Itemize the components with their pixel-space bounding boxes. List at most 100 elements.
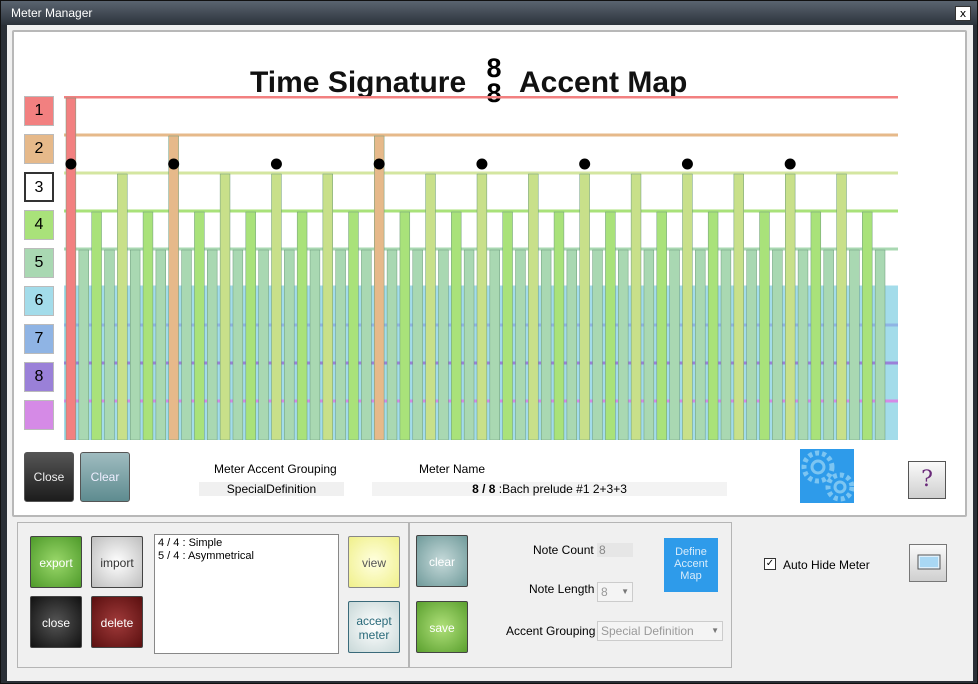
accent-bar bbox=[309, 249, 321, 440]
accent-bar bbox=[695, 249, 706, 440]
note-count-label: Note Count bbox=[533, 543, 594, 557]
accent-bar bbox=[515, 249, 526, 440]
accent-dot bbox=[579, 158, 591, 170]
level-swatch[interactable]: 8 bbox=[24, 362, 54, 392]
accent-bar bbox=[155, 249, 166, 440]
accent-dot bbox=[681, 158, 693, 170]
accept-meter-line1: accept bbox=[356, 614, 392, 628]
accent-bar bbox=[438, 249, 449, 440]
close-meter-button[interactable]: Close bbox=[24, 452, 74, 502]
accent-bar bbox=[104, 249, 115, 440]
accent-bar bbox=[849, 249, 860, 440]
level-swatch[interactable]: 5 bbox=[24, 248, 54, 278]
meter-name-field: 8 / 8 :Bach prelude #1 2+3+3 bbox=[372, 482, 727, 496]
accent-dot bbox=[270, 158, 282, 170]
accent-bar bbox=[720, 249, 732, 440]
meter-name-value: :Bach prelude #1 2+3+3 bbox=[495, 482, 627, 496]
clear-editor-button[interactable]: clear bbox=[416, 535, 468, 587]
accent-dot bbox=[784, 158, 796, 170]
accent-bar bbox=[707, 211, 719, 440]
meter-name-signature: 8 / 8 bbox=[472, 482, 496, 496]
accent-bar bbox=[386, 249, 398, 440]
accent-bar bbox=[874, 249, 886, 440]
view-button[interactable]: view bbox=[348, 536, 400, 588]
title-bar[interactable]: Meter Manager x bbox=[1, 1, 977, 25]
level-swatch[interactable]: 3 bbox=[24, 172, 54, 202]
note-length-value: 8 bbox=[601, 585, 608, 599]
accent-bar bbox=[91, 211, 102, 440]
accent-bar bbox=[746, 249, 757, 440]
delete-button[interactable]: delete bbox=[91, 596, 143, 648]
accent-bar bbox=[65, 97, 77, 440]
import-button[interactable]: import bbox=[91, 536, 143, 588]
accent-bar bbox=[643, 249, 655, 440]
auto-hide-label: Auto Hide Meter bbox=[783, 558, 870, 572]
accent-bar bbox=[540, 249, 552, 440]
level-swatch[interactable]: 1 bbox=[24, 96, 54, 126]
accent-map-heading: Time Signature 8 8 Accent Map bbox=[14, 50, 965, 107]
define-line2: Accent bbox=[674, 558, 708, 570]
accent-grouping-label: Accent Grouping bbox=[506, 624, 596, 638]
note-length-select[interactable]: 8 ▼ bbox=[597, 582, 633, 602]
accent-bar bbox=[322, 173, 333, 440]
level-swatch[interactable]: 2 bbox=[24, 134, 54, 164]
note-count-value[interactable]: 8 bbox=[597, 543, 633, 557]
level-swatch[interactable]: 7 bbox=[24, 324, 54, 354]
accent-bar bbox=[592, 249, 603, 440]
accent-map-grid[interactable] bbox=[64, 96, 898, 440]
accent-bar bbox=[476, 173, 488, 440]
accent-map-panel: Time Signature 8 8 Accent Map 1 2 3 4 5 6 7 8 C… bbox=[12, 30, 967, 517]
accent-dot bbox=[373, 158, 385, 170]
accent-bar bbox=[553, 211, 565, 440]
accent-bar bbox=[296, 211, 308, 440]
accent-bar bbox=[412, 249, 423, 440]
save-button[interactable]: save bbox=[416, 601, 468, 653]
meter-list-item[interactable]: 5 / 4 : Asymmetrical bbox=[158, 550, 335, 563]
accent-bar bbox=[399, 211, 411, 440]
settings-gear-icon[interactable] bbox=[800, 449, 854, 503]
level-swatch[interactable]: 4 bbox=[24, 210, 54, 240]
window-close-button[interactable]: x bbox=[955, 6, 971, 21]
window-title: Meter Manager bbox=[11, 6, 93, 20]
accent-grouping-select[interactable]: Special Definition ▼ bbox=[597, 621, 723, 641]
accent-bar bbox=[271, 173, 282, 440]
level-swatch[interactable] bbox=[24, 400, 54, 430]
export-button[interactable]: export bbox=[30, 536, 82, 588]
accent-bar bbox=[78, 249, 89, 440]
accent-bar bbox=[489, 249, 500, 440]
accent-bar bbox=[463, 249, 475, 440]
accent-bar bbox=[630, 173, 642, 440]
meter-accent-grouping-label: Meter Accent Grouping bbox=[214, 462, 337, 476]
gear-graphic bbox=[801, 450, 854, 502]
accent-bar bbox=[348, 211, 359, 440]
monitor-icon[interactable] bbox=[909, 544, 947, 582]
level-swatch[interactable]: 6 bbox=[24, 286, 54, 316]
auto-hide-checkbox[interactable]: ✓ bbox=[764, 558, 776, 570]
clear-meter-button[interactable]: Clear bbox=[80, 452, 130, 502]
accent-bar bbox=[797, 249, 809, 440]
accent-bar bbox=[772, 249, 783, 440]
meter-accent-grouping-value: SpecialDefinition bbox=[199, 482, 344, 496]
accent-bar bbox=[361, 249, 372, 440]
accent-bar bbox=[810, 211, 822, 440]
meter-list-item[interactable]: 4 / 4 : Simple bbox=[158, 537, 335, 550]
help-button[interactable]: ? bbox=[908, 461, 946, 499]
close-library-button[interactable]: close bbox=[30, 596, 82, 648]
meter-list[interactable]: 4 / 4 : Simple 5 / 4 : Asymmetrical bbox=[154, 534, 339, 654]
accent-bar bbox=[219, 173, 231, 440]
accent-bar bbox=[682, 173, 693, 440]
accent-bar bbox=[618, 249, 629, 440]
define-line3: Map bbox=[680, 570, 702, 582]
monitor-graphic bbox=[917, 554, 941, 570]
accent-dot bbox=[65, 158, 77, 170]
accent-bar bbox=[669, 249, 680, 440]
accent-bar bbox=[656, 211, 667, 440]
accent-bar bbox=[836, 173, 847, 440]
client-area: Time Signature 8 8 Accent Map 1 2 3 4 5 6 7 8 C… bbox=[7, 25, 973, 681]
accent-bar bbox=[232, 249, 244, 440]
accept-meter-button[interactable]: accept meter bbox=[348, 601, 400, 653]
meter-manager-window: Meter Manager x Time Signature 8 8 Accen… bbox=[0, 0, 978, 684]
accent-bar bbox=[502, 211, 513, 440]
define-accent-map-button[interactable]: Define Accent Map bbox=[664, 538, 718, 592]
note-length-label: Note Length bbox=[529, 582, 595, 596]
